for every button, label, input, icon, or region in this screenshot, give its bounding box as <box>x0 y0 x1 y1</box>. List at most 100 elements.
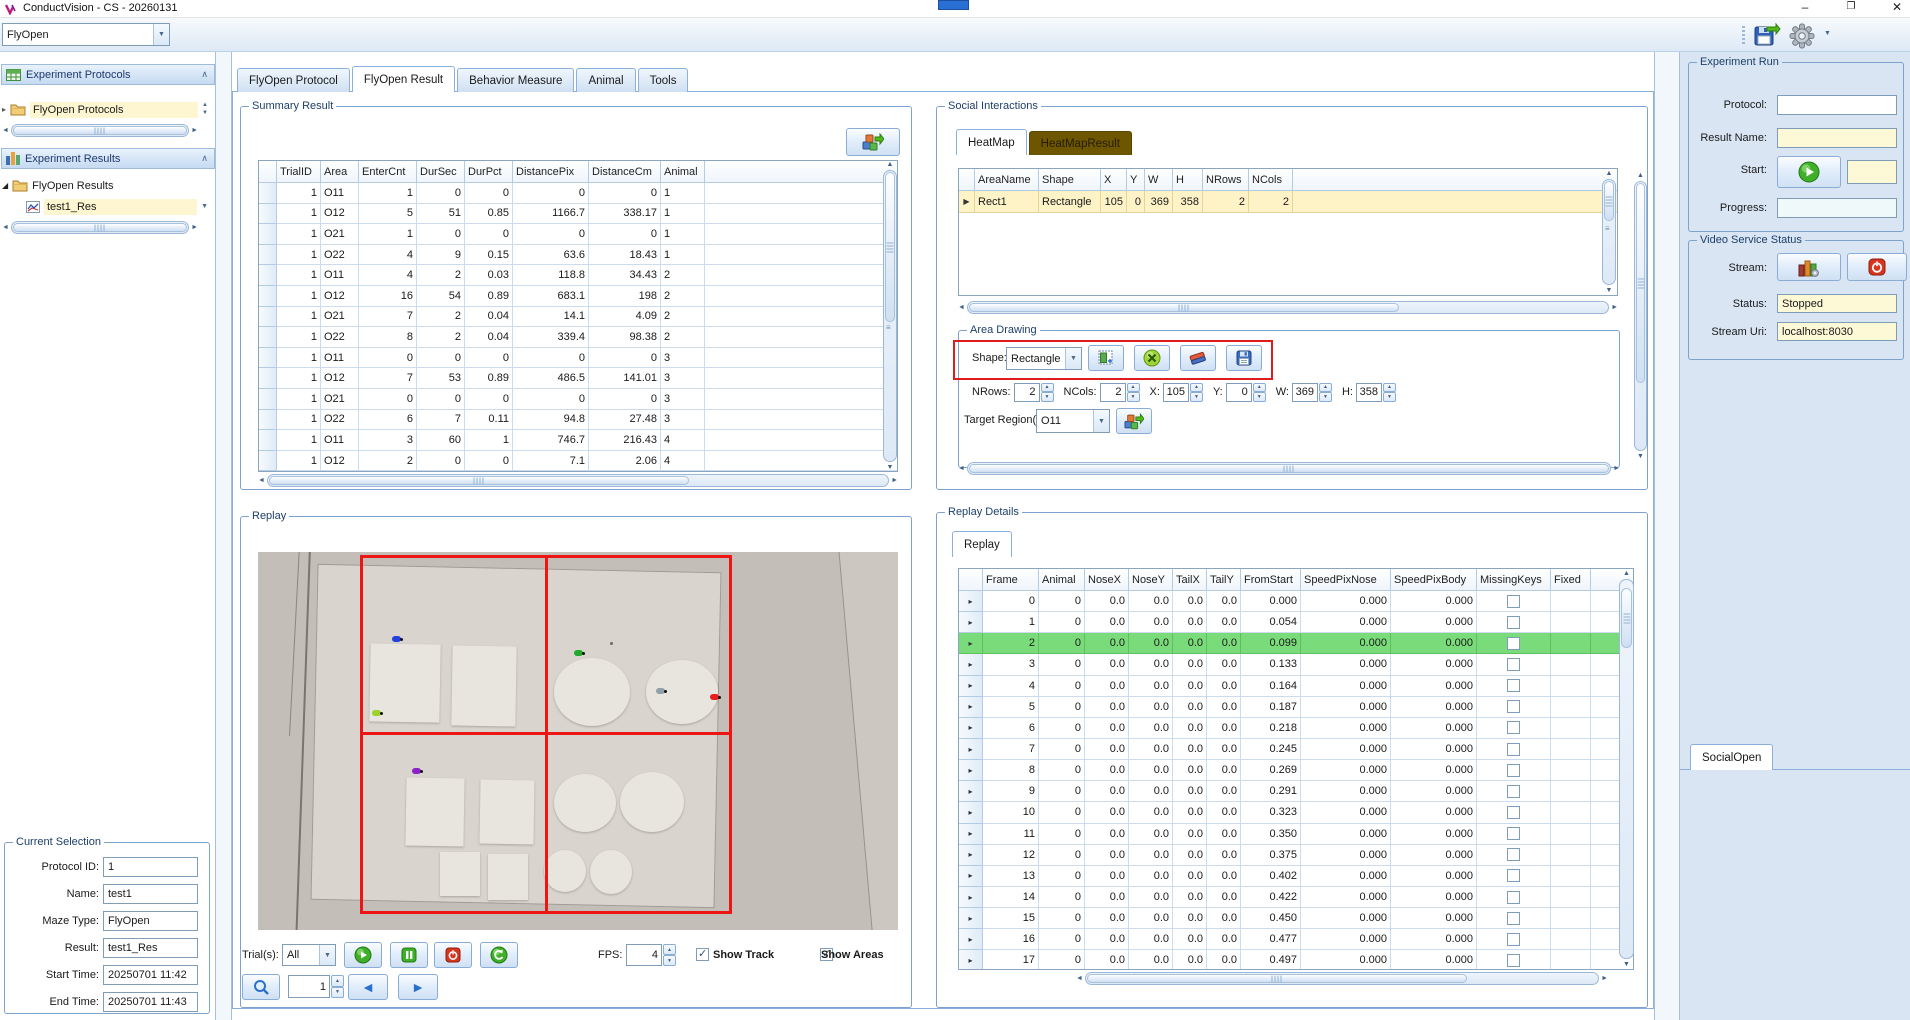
seek-frame-button[interactable] <box>242 974 280 1000</box>
tab-behavior-measure[interactable]: Behavior Measure <box>457 68 574 92</box>
field-input[interactable]: test1_Res <box>103 938 198 958</box>
column-header-speedpixbody[interactable]: SpeedPixBody <box>1391 569 1477 591</box>
stream-start-button[interactable] <box>1777 253 1841 281</box>
frame-row[interactable]: ▸800.00.00.00.00.2690.0000.000 <box>959 760 1633 781</box>
next-frame-button[interactable]: ► <box>398 974 438 1000</box>
scroll-right-icon[interactable]: ► <box>1601 975 1608 982</box>
column-header-nosex[interactable]: NoseX <box>1085 569 1129 591</box>
frame-row[interactable]: ▸400.00.00.00.00.1640.0000.000 <box>959 676 1633 697</box>
scroll-left-icon[interactable]: ◄ <box>1076 975 1083 982</box>
scroll-up-icon[interactable]: ▲ <box>887 161 894 168</box>
scroll-up-icon[interactable]: ▲ <box>1637 172 1644 179</box>
show-track-checkbox[interactable] <box>696 948 709 961</box>
summary-vscrollbar[interactable]: ▲ ≡ ▼ <box>883 161 897 471</box>
frame-row[interactable]: ▸300.00.00.00.00.1330.0000.000 <box>959 654 1633 675</box>
column-header-taily[interactable]: TailY <box>1207 569 1241 591</box>
spin-up-icon[interactable]: ▲ <box>1190 383 1203 393</box>
collapse-chevron-icon[interactable]: ∧ <box>201 153 208 164</box>
play-button[interactable] <box>344 942 382 968</box>
column-header-nrows[interactable]: NRows <box>1203 169 1249 191</box>
column-header-shape[interactable]: Shape <box>1039 169 1101 191</box>
stream-stop-button[interactable] <box>1847 253 1907 281</box>
field-input[interactable]: 1 <box>103 857 198 877</box>
area-row[interactable]: ▶Rect1Rectangle105036935822 <box>959 191 1617 213</box>
spinner-value[interactable]: 0 <box>1226 383 1252 402</box>
summary-export-button[interactable] <box>846 128 900 156</box>
scroll-thumb[interactable] <box>969 464 1609 473</box>
spin-up-icon[interactable]: ▲ <box>1253 383 1266 393</box>
vertical-splitter-right[interactable] <box>1654 52 1680 1020</box>
ncols-spinner[interactable]: 2▲▼ <box>1100 383 1140 402</box>
missingkeys-checkbox[interactable] <box>1507 721 1520 734</box>
frame-row[interactable]: ▸1000.00.00.00.00.3230.0000.000 <box>959 802 1633 823</box>
column-header-h[interactable]: H <box>1173 169 1203 191</box>
summary-row[interactable]: 1O11000003 <box>259 348 897 369</box>
social-group-hscrollbar[interactable]: ◄ ► <box>958 462 1620 475</box>
vertical-splitter-left[interactable] <box>216 52 232 1020</box>
details-hscrollbar[interactable]: ◄ ► <box>1076 972 1608 985</box>
scroll-thumb[interactable] <box>269 476 689 485</box>
column-header-frame[interactable]: Frame <box>983 569 1039 591</box>
frame-row[interactable]: ▸1700.00.00.00.00.4970.0000.000 <box>959 950 1633 970</box>
scroll-down-icon[interactable]: ▼ <box>1623 961 1630 968</box>
target-region-combobox[interactable]: O11 ▼ <box>1036 409 1110 433</box>
spin-down-icon[interactable]: ▼ <box>1253 392 1266 402</box>
chevron-down-icon[interactable]: ▼ <box>319 945 335 965</box>
column-header-dursec[interactable]: DurSec <box>417 161 465 183</box>
spinner-value[interactable]: 105 <box>1163 383 1189 402</box>
tab-tools[interactable]: Tools <box>638 68 689 92</box>
scroll-left-icon[interactable]: ◄ <box>258 477 265 484</box>
scroll-up-icon[interactable]: ▲ <box>1606 170 1613 177</box>
field-input[interactable]: test1 <box>103 884 198 904</box>
missingkeys-checkbox[interactable] <box>1507 933 1520 946</box>
prev-frame-button[interactable]: ◄ <box>348 974 388 1000</box>
scroll-thumb[interactable] <box>885 172 895 322</box>
summary-row[interactable]: 1O22490.1563.618.431 <box>259 245 897 266</box>
column-header-areaname[interactable]: AreaName <box>975 169 1039 191</box>
missingkeys-checkbox[interactable] <box>1507 595 1520 608</box>
summary-row[interactable]: 1O113601746.7216.434 <box>259 430 897 451</box>
collapse-chevron-icon[interactable]: ∧ <box>201 69 208 80</box>
missingkeys-checkbox[interactable] <box>1507 616 1520 629</box>
column-header-ncols[interactable]: NCols <box>1249 169 1293 191</box>
scroll-thumb[interactable] <box>1604 181 1614 221</box>
spin-up-icon[interactable]: ▲ <box>663 944 676 955</box>
scroll-thumb[interactable] <box>13 126 187 135</box>
chevron-down-icon[interactable]: ▼ <box>1093 410 1109 432</box>
scroll-thumb[interactable] <box>969 303 1399 312</box>
missingkeys-checkbox[interactable] <box>1507 764 1520 777</box>
column-header-animal[interactable]: Animal <box>661 161 705 183</box>
missingkeys-checkbox[interactable] <box>1507 848 1520 861</box>
missingkeys-checkbox[interactable] <box>1507 869 1520 882</box>
sidebar-hscrollbar-2[interactable]: ◄ ► <box>2 221 198 234</box>
nrows-spinner[interactable]: 2▲▼ <box>1014 383 1054 402</box>
scroll-thumb[interactable] <box>13 223 187 232</box>
fps-spinner[interactable]: 4 ▲▼ <box>626 944 676 966</box>
summary-row[interactable]: 1O11100001 <box>259 183 897 204</box>
missingkeys-checkbox[interactable] <box>1507 912 1520 925</box>
spin-up-icon[interactable]: ▲ <box>1319 383 1332 393</box>
summary-row[interactable]: 1O127530.89486.5141.013 <box>259 368 897 389</box>
expander-expanded-icon[interactable]: ◢ <box>2 181 8 190</box>
tab-replay[interactable]: Replay <box>952 531 1012 557</box>
summary-row[interactable]: 1O22670.1194.827.483 <box>259 410 897 431</box>
missingkeys-checkbox[interactable] <box>1507 785 1520 798</box>
spinner-value[interactable]: 369 <box>1292 383 1318 402</box>
x-spinner[interactable]: 105▲▼ <box>1163 383 1203 402</box>
stream-uri-input[interactable]: localhost:8030 <box>1777 322 1897 341</box>
column-header-fromstart[interactable]: FromStart <box>1241 569 1301 591</box>
column-header-area[interactable]: Area <box>321 161 359 183</box>
chevron-down-icon[interactable]: ▼ <box>201 203 208 210</box>
start-button[interactable] <box>1777 156 1841 188</box>
tab-flyopen-protocol[interactable]: FlyOpen Protocol <box>237 68 350 92</box>
missingkeys-checkbox[interactable] <box>1507 637 1520 650</box>
missingkeys-checkbox[interactable] <box>1507 806 1520 819</box>
scroll-thumb[interactable] <box>1087 974 1467 983</box>
scroll-thumb[interactable] <box>1636 183 1645 383</box>
missingkeys-checkbox[interactable] <box>1507 743 1520 756</box>
maze-type-combobox[interactable]: FlyOpen ▼ <box>2 23 170 46</box>
summary-row[interactable]: 1O21100001 <box>259 224 897 245</box>
scroll-up-icon[interactable]: ▲ <box>1623 570 1630 577</box>
gear-icon[interactable] <box>1788 22 1816 50</box>
scroll-right-icon[interactable]: ► <box>191 127 198 134</box>
